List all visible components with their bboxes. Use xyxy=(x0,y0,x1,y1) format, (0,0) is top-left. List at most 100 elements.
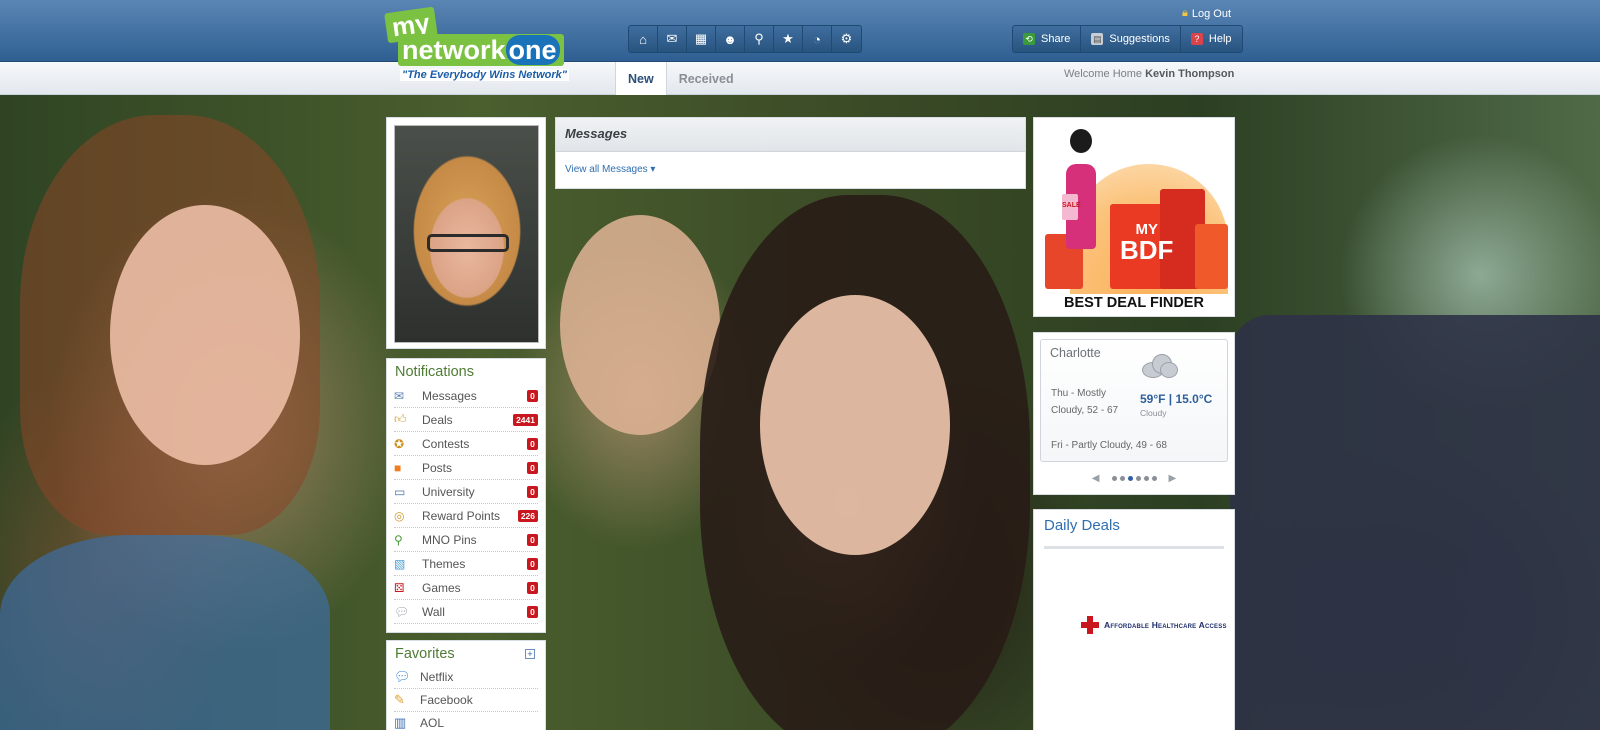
help-button[interactable]: ? Help xyxy=(1181,26,1242,52)
weather-page-dot[interactable] xyxy=(1119,476,1125,481)
weather-prev-button[interactable]: ◀ xyxy=(1092,473,1100,484)
rss-icon[interactable]: ◔ xyxy=(803,26,832,52)
bdf-ad-graphic: SALE MY BDF xyxy=(1040,124,1228,294)
notification-label: Games xyxy=(422,580,461,595)
notification-label: Messages xyxy=(422,388,477,403)
weather-condition: Cloudy xyxy=(1140,408,1167,418)
best-deal-finder-ad[interactable]: SALE MY BDF BEST DEAL FINDER xyxy=(1033,117,1235,317)
notification-item-deals[interactable]: 👍︎ Deals 2441 xyxy=(394,408,538,432)
site-logo[interactable]: my network one "The Everybody Wins Networ… xyxy=(384,6,586,85)
sale-tag: SALE xyxy=(1062,194,1081,220)
book-icon: ▭ xyxy=(394,484,406,499)
notification-label: Contests xyxy=(422,436,470,451)
weather-city: Charlotte xyxy=(1050,346,1101,360)
notification-count-badge: 0 xyxy=(527,461,538,474)
gear-icon[interactable]: ⚙ xyxy=(832,26,861,52)
favorite-item-netflix[interactable]: 💬︎ Netflix xyxy=(394,666,538,689)
notification-count-badge: 0 xyxy=(527,437,538,450)
weather-page-dot[interactable] xyxy=(1111,476,1117,481)
palette-icon: ▧ xyxy=(394,556,406,571)
notification-label: University xyxy=(422,484,475,499)
daily-deals-panel: Daily Deals Affordable Healthcare Access xyxy=(1033,509,1235,730)
daily-deals-title: Daily Deals xyxy=(1044,517,1120,534)
deal-advertiser: Affordable Healthcare Access xyxy=(1104,620,1227,630)
add-favorite-button[interactable]: + xyxy=(525,649,535,659)
suggestions-button[interactable]: ▤ Suggestions xyxy=(1081,26,1181,52)
notification-item-themes[interactable]: ▧ Themes 0 xyxy=(394,552,538,576)
logout-link[interactable]: 🔒︎ Log Out xyxy=(1182,7,1231,20)
weather-page-dot[interactable] xyxy=(1135,476,1141,481)
notification-label: MNO Pins xyxy=(422,532,477,547)
medical-cross-icon xyxy=(1081,616,1099,634)
notification-item-reward-points[interactable]: ◎ Reward Points 226 xyxy=(394,504,538,528)
suggestions-icon: ▤ xyxy=(1091,33,1104,45)
favorites-panel: Favorites + 💬︎ Netflix ✎ Facebook ▥ AOL xyxy=(386,640,546,730)
notifications-title: Notifications xyxy=(395,364,474,380)
profile-card xyxy=(386,117,546,349)
affordable-healthcare-deal[interactable]: Affordable Healthcare Access xyxy=(1081,616,1227,634)
pencil-icon: ✎ xyxy=(394,692,405,707)
weather-next-button[interactable]: ▶ xyxy=(1169,473,1177,484)
notification-item-mno-pins[interactable]: ⚲ MNO Pins 0 xyxy=(394,528,538,552)
weather-page-dot[interactable] xyxy=(1151,476,1157,481)
ribbon-icon: ✪ xyxy=(394,436,405,451)
sub-header-bar xyxy=(0,62,1600,95)
notification-item-games[interactable]: ⚄ Games 0 xyxy=(394,576,538,600)
notification-item-wall[interactable]: 💬︎ Wall 0 xyxy=(394,600,538,624)
bdf-ad-label: BEST DEAL FINDER xyxy=(1064,295,1204,311)
notification-label: Posts xyxy=(422,460,453,475)
icon-toolbar: ⌂ ✉ ▦ ☻ ⚲ ★ ◔ ⚙ xyxy=(628,25,862,53)
star-icon[interactable]: ★ xyxy=(774,26,803,52)
mail-icon[interactable]: ✉ xyxy=(658,26,687,52)
weather-widget: Charlotte Thu - Mostly Cloudy, 52 - 67 5… xyxy=(1033,332,1235,495)
dice-icon: ⚄ xyxy=(394,580,405,595)
message-tabs: New Received xyxy=(615,62,746,95)
notification-count-badge: 2441 xyxy=(513,413,538,426)
pin-icon: ⚲ xyxy=(394,532,403,547)
weather-pager: ◀ ▶ xyxy=(1040,473,1228,484)
notification-label: Deals xyxy=(422,412,453,427)
favorite-label: Facebook xyxy=(420,693,473,707)
notification-item-university[interactable]: ▭ University 0 xyxy=(394,480,538,504)
view-all-messages-link[interactable]: View all Messages ▾ xyxy=(565,164,1016,175)
logo-tagline: "The Everybody Wins Network" xyxy=(400,69,569,81)
notebook-icon: ▥ xyxy=(394,715,407,730)
cloud-icon xyxy=(1138,352,1178,380)
envelope-icon: ✉ xyxy=(394,388,405,403)
speech-bubble-icon: 💬︎ xyxy=(394,604,410,619)
tab-new[interactable]: New xyxy=(615,62,667,95)
favorite-label: Netflix xyxy=(420,670,454,684)
users-icon[interactable]: ☻ xyxy=(716,26,745,52)
messages-title: Messages xyxy=(556,118,1025,152)
home-icon[interactable]: ⌂ xyxy=(629,26,658,52)
background-photo xyxy=(0,95,1600,730)
favorite-item-aol[interactable]: ▥ AOL xyxy=(394,712,538,730)
weather-card: Charlotte Thu - Mostly Cloudy, 52 - 67 5… xyxy=(1040,339,1228,462)
coins-icon: ◎ xyxy=(394,508,405,523)
lock-icon: 🔒︎ xyxy=(1182,7,1188,19)
notification-label: Themes xyxy=(422,556,466,571)
notification-item-contests[interactable]: ✪ Contests 0 xyxy=(394,432,538,456)
avatar[interactable] xyxy=(394,125,539,343)
notification-item-posts[interactable]: ■ Posts 0 xyxy=(394,456,538,480)
notification-count-badge: 0 xyxy=(527,485,538,498)
forecast-fri: Fri - Partly Cloudy, 49 - 68 xyxy=(1051,440,1167,451)
notification-item-messages[interactable]: ✉ Messages 0 xyxy=(394,384,538,408)
calendar-icon[interactable]: ▦ xyxy=(687,26,716,52)
share-button[interactable]: ⟲ Share xyxy=(1013,26,1082,52)
tab-received[interactable]: Received xyxy=(667,62,746,95)
blogger-icon: ■ xyxy=(394,460,402,475)
logout-label: Log Out xyxy=(1191,7,1231,20)
favorite-item-facebook[interactable]: ✎ Facebook xyxy=(394,689,538,712)
search-icon[interactable]: ⚲ xyxy=(745,26,774,52)
notification-count-badge: 0 xyxy=(527,533,538,546)
notification-count-badge: 0 xyxy=(527,605,538,618)
weather-page-dot[interactable] xyxy=(1143,476,1149,481)
weather-page-dot[interactable] xyxy=(1127,476,1133,481)
forecast-thu: Thu - Mostly Cloudy, 52 - 67 xyxy=(1051,388,1119,416)
thumbs-up-icon: 👍︎ xyxy=(394,412,407,426)
welcome-text: Welcome Home Kevin Thompson xyxy=(1064,68,1235,80)
header-actions: ⟲ Share ▤ Suggestions ? Help xyxy=(1012,25,1243,53)
user-name: Kevin Thompson xyxy=(1145,68,1235,80)
notification-count-badge: 0 xyxy=(527,581,538,594)
